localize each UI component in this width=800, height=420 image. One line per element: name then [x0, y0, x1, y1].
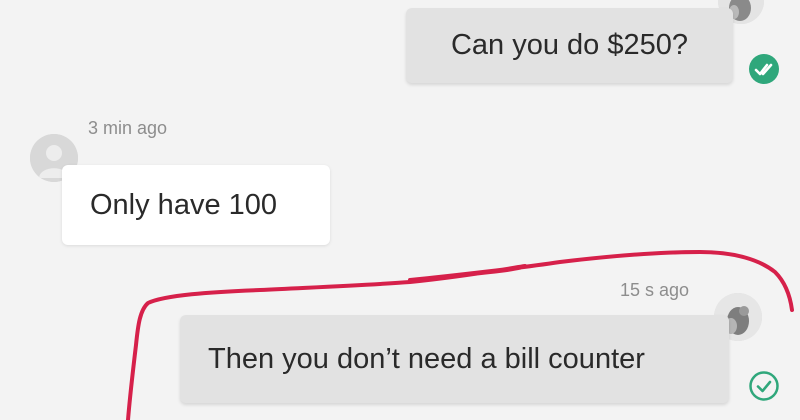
double-check-icon [748, 53, 780, 85]
check-outline-icon [748, 370, 780, 402]
message-bubble-outgoing[interactable]: Can you do $250? [406, 8, 733, 83]
message-timestamp: 15 s ago [620, 280, 690, 300]
message-text: Then you don’t need a bill counter [208, 342, 645, 375]
message-bubble-incoming[interactable]: Only have 100 [62, 165, 330, 245]
message-text: Can you do $250? [450, 29, 689, 61]
message-text: Only have 100 [90, 188, 278, 221]
message-bubble-outgoing[interactable]: Then you don’t need a bill counter [180, 315, 729, 403]
message-timestamp: 3 min ago [88, 118, 168, 138]
